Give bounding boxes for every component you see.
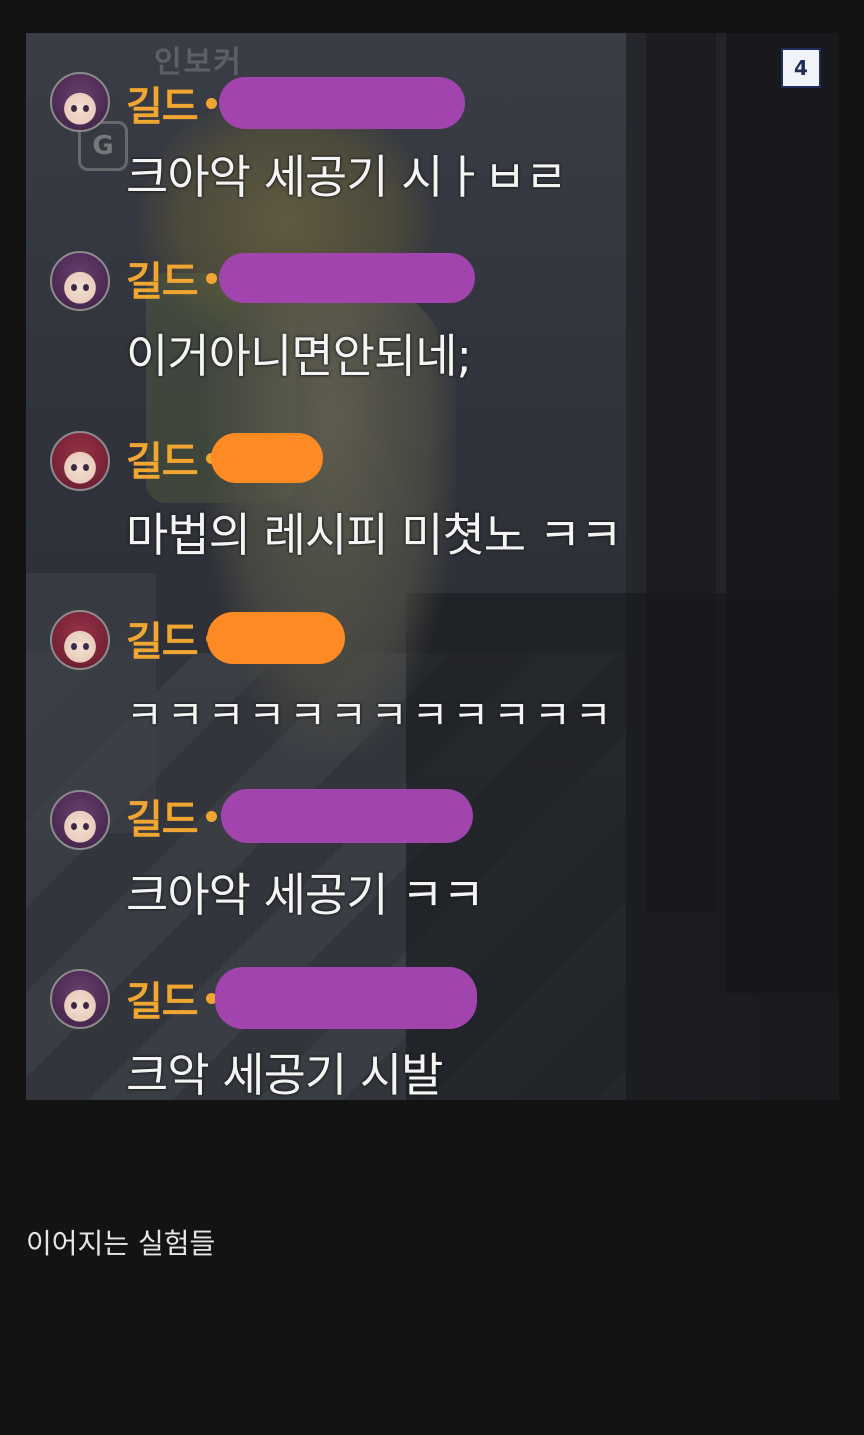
sender-row: 길드 [126,789,473,843]
guild-label: 길드 [126,797,199,843]
message-text: ㅋㅋㅋㅋㅋㅋㅋㅋㅋㅋㅋㅋ [126,693,616,739]
message-text: 마법의 레시피 미쳣노 ㅋㅋ [126,508,622,562]
redacted-username [218,253,475,303]
avatar [50,431,110,491]
guild-label: 길드 [126,619,199,665]
sender-row: 길드 [126,77,465,130]
message-text: 크아악 세공기 시ㅏㅂㄹ [126,150,567,204]
post-caption: 이어지는 실험들 [26,1227,216,1260]
guild-label: 길드 [126,259,199,305]
sender-row: 길드 [126,967,477,1029]
redacted-username [206,612,345,664]
message-text: 이거아니면안되네; [126,329,472,383]
sender-row: 길드 [126,612,345,665]
separator-dot [205,97,217,109]
post-page: 인보커 G 4 길드 크아악 세공기 시ㅏㅂㄹ 길드 이거아니면안되네; 길드 … [0,0,864,1435]
guild-label: 길드 [126,84,199,130]
separator-dot [205,810,217,822]
avatar [50,72,110,132]
avatar [50,610,110,670]
avatar [50,251,110,311]
background-shadow [406,593,839,1100]
image-page-number-badge: 4 [781,48,821,88]
redacted-username [210,433,323,483]
redacted-username [220,789,473,843]
separator-dot [205,272,217,284]
sender-row: 길드 [126,253,475,305]
guild-label: 길드 [126,439,199,485]
message-text: 크악 세공기 시발 [126,1048,443,1100]
avatar [50,969,110,1029]
avatar [50,790,110,850]
chat-screenshot-image: 인보커 G 4 길드 크아악 세공기 시ㅏㅂㄹ 길드 이거아니면안되네; 길드 … [26,33,839,1100]
message-text: 크아악 세공기 ㅋㅋ [126,868,485,922]
sender-row: 길드 [126,433,323,485]
redacted-username [214,967,477,1029]
redacted-username [218,77,465,129]
guild-label: 길드 [126,979,199,1025]
